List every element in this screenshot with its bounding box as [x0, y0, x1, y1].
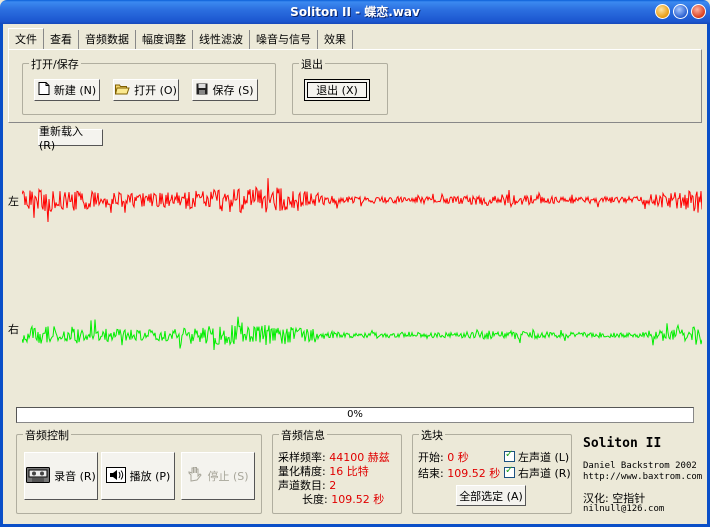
tab-amplitude[interactable]: 幅度调整 [136, 30, 193, 49]
left-channel-checkbox[interactable]: 左声道 (L) [504, 449, 569, 465]
stop-button[interactable]: 停止 (S) [181, 452, 255, 500]
right-channel-check-icon[interactable] [504, 465, 515, 478]
selection-end-label: 结束: [418, 467, 444, 480]
right-channel-label: 右 [8, 323, 19, 336]
exit-title: 退出 [299, 56, 325, 72]
exit-button[interactable]: 退出 (X) [304, 79, 370, 101]
open-button[interactable]: 打开 (O) [113, 79, 179, 101]
play-button[interactable]: 播放 (P) [101, 452, 175, 500]
right-channel-waveform[interactable] [22, 304, 702, 366]
translator-email[interactable]: nilnull@126.com [583, 504, 664, 514]
open-folder-icon [114, 83, 130, 98]
open-save-title: 打开/保存 [29, 56, 81, 72]
selection-end-row: 结束: 109.52 秒 [418, 465, 500, 481]
minimize-button[interactable] [655, 4, 670, 19]
left-channel-waveform[interactable] [22, 164, 702, 236]
app-name: Soliton II [583, 436, 662, 451]
hand-stop-icon [187, 466, 203, 486]
save-button-label: 保存 (S) [212, 84, 254, 97]
floppy-disk-icon [196, 83, 208, 98]
tab-view[interactable]: 查看 [44, 30, 79, 49]
tab-effects[interactable]: 效果 [318, 30, 353, 49]
open-button-label: 打开 (O) [134, 84, 177, 97]
tab-file[interactable]: 文件 [8, 28, 44, 49]
progress-text: 0% [347, 409, 363, 420]
new-file-icon [38, 82, 50, 98]
left-channel-check-icon[interactable] [504, 449, 515, 462]
tab-audio-data[interactable]: 音频数据 [79, 30, 136, 49]
exit-button-label: 退出 (X) [316, 84, 358, 97]
length-label: 长度: [302, 493, 328, 506]
tab-bar: 文件 查看 音频数据 幅度调整 线性滤波 噪音与信号 效果 [8, 28, 353, 50]
window-title: Soliton II - 蝶恋.wav [290, 5, 420, 19]
selection-start-label: 开始: [418, 451, 444, 464]
audio-control-title: 音频控制 [23, 427, 71, 443]
right-channel-checkbox-label: 右声道 (R) [518, 467, 571, 480]
maximize-button[interactable] [673, 4, 688, 19]
speaker-icon [105, 466, 126, 486]
selection-start-row: 开始: 0 秒 [418, 449, 469, 465]
play-button-label: 播放 (P) [129, 470, 171, 483]
cassette-icon [26, 466, 51, 486]
left-channel-checkbox-label: 左声道 (L) [518, 451, 570, 464]
length-value: 109.52 秒 [331, 493, 385, 506]
selection-title: 选块 [419, 427, 445, 443]
reload-button-label: 重新载入 (R) [39, 125, 83, 152]
title-bar: Soliton II - 蝶恋.wav [0, 0, 710, 24]
save-button[interactable]: 保存 (S) [192, 79, 258, 101]
audio-info-title: 音频信息 [279, 427, 327, 443]
author-credit: Daniel Backstrom 2002 [583, 461, 697, 471]
selection-start-value: 0 秒 [447, 451, 469, 464]
select-all-button[interactable]: 全部选定 (A) [456, 485, 526, 506]
close-button[interactable] [691, 4, 706, 19]
reload-button[interactable]: 重新载入 (R) [38, 125, 103, 152]
record-button[interactable]: 录音 (R) [24, 452, 98, 500]
progress-bar: 0% [16, 407, 694, 423]
select-all-button-label: 全部选定 (A) [459, 489, 523, 503]
new-button-label: 新建 (N) [53, 84, 97, 97]
length-row: 长度: 109.52 秒 [302, 491, 384, 507]
tab-linear-filter[interactable]: 线性滤波 [193, 30, 250, 49]
record-button-label: 录音 (R) [54, 470, 96, 483]
right-channel-checkbox[interactable]: 右声道 (R) [504, 465, 571, 481]
tab-noise-signal[interactable]: 噪音与信号 [250, 30, 318, 49]
new-button[interactable]: 新建 (N) [34, 79, 100, 101]
selection-end-value: 109.52 秒 [447, 467, 501, 480]
author-url[interactable]: http://www.baxtrom.com [583, 472, 702, 482]
left-channel-label: 左 [8, 195, 19, 208]
stop-button-label: 停止 (S) [207, 470, 249, 483]
